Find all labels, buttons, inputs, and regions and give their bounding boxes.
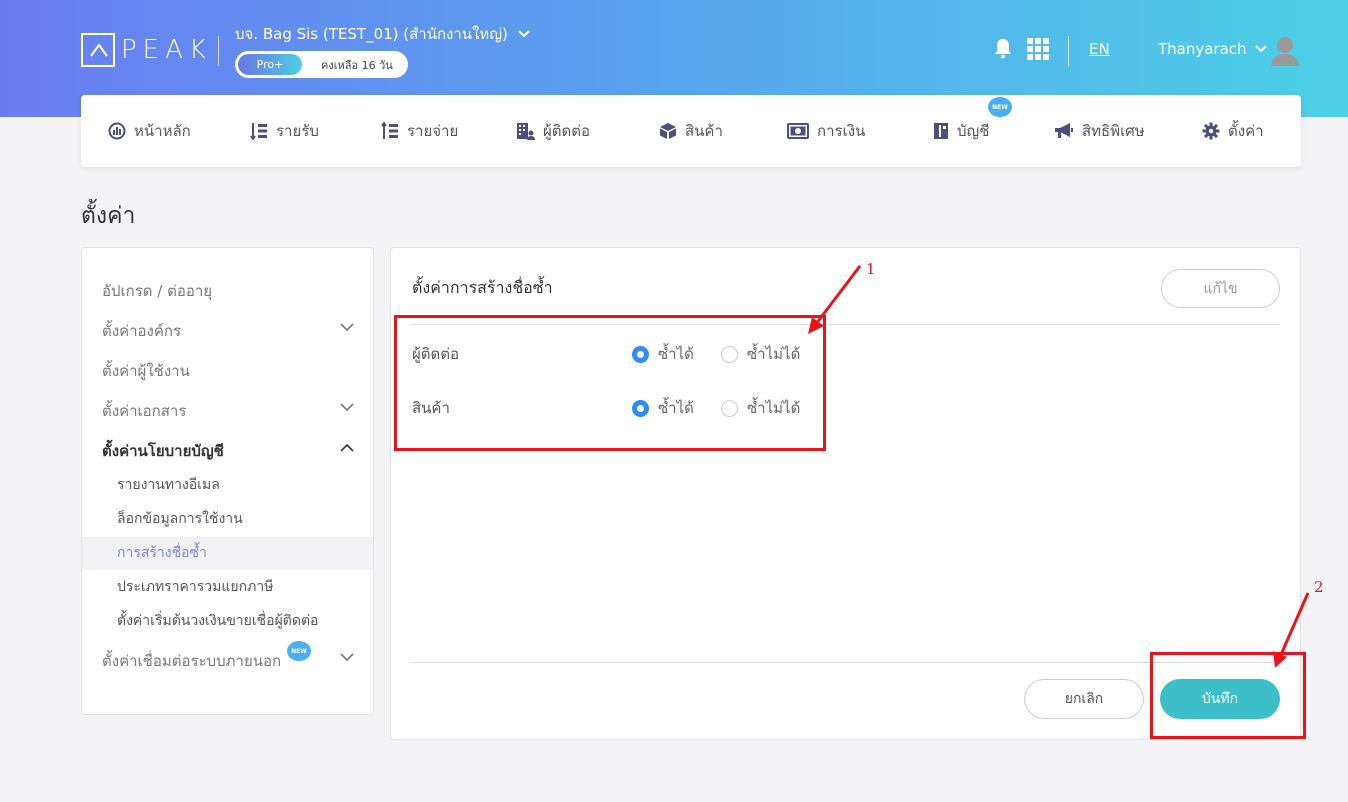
annotation-number-2: 2 (1314, 578, 1324, 596)
annotation-arrows (808, 265, 1310, 668)
annotation-number-1: 1 (866, 260, 876, 278)
